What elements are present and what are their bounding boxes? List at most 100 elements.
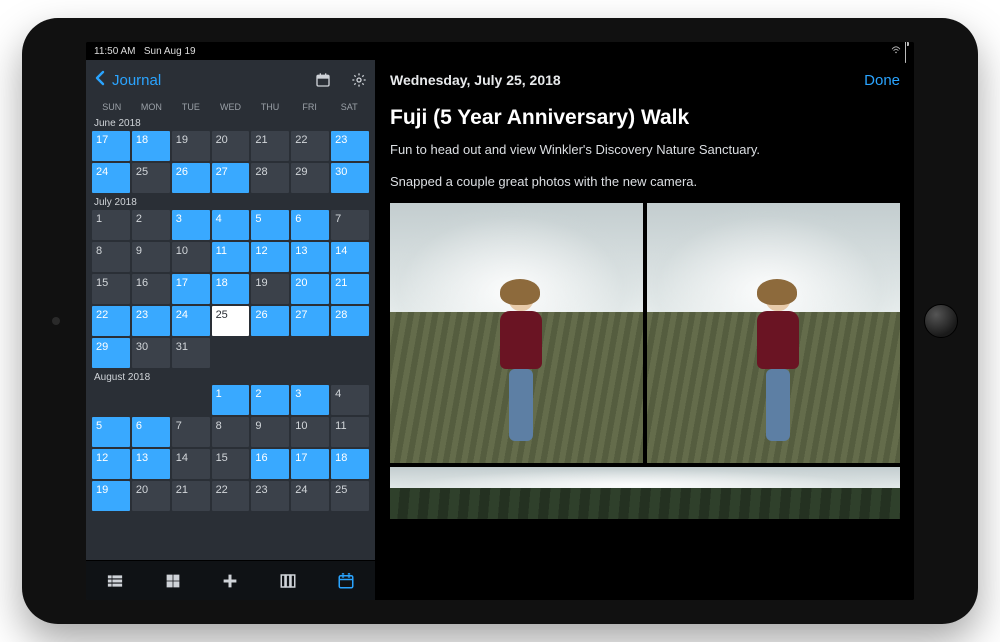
calendar-day[interactable]: 26: [251, 306, 289, 336]
weekday-label: FRI: [290, 102, 330, 112]
calendar-day[interactable]: 5: [92, 417, 130, 447]
calendar-day[interactable]: 20: [132, 481, 170, 511]
calendar-day[interactable]: 19: [251, 274, 289, 304]
calendar-day[interactable]: 23: [132, 306, 170, 336]
calendar-day[interactable]: 22: [92, 306, 130, 336]
entry-title[interactable]: Fuji (5 Year Anniversary) Walk: [390, 106, 900, 130]
bottom-nav: [86, 560, 375, 600]
entry-paragraph[interactable]: Snapped a couple great photos with the n…: [390, 172, 900, 192]
today-icon[interactable]: [315, 72, 331, 88]
back-chevron-icon[interactable]: [94, 70, 106, 91]
calendar-day[interactable]: 24: [92, 163, 130, 193]
calendar-day[interactable]: 3: [291, 385, 329, 415]
calendar-day[interactable]: 16: [132, 274, 170, 304]
calendar-day[interactable]: 17: [291, 449, 329, 479]
calendar-day[interactable]: 5: [251, 210, 289, 240]
calendar-day[interactable]: 21: [172, 481, 210, 511]
gear-icon[interactable]: [351, 72, 367, 88]
calendar-day[interactable]: 13: [291, 242, 329, 272]
calendar-day[interactable]: 31: [172, 338, 210, 368]
calendar-day[interactable]: 14: [172, 449, 210, 479]
entry-photo[interactable]: [390, 467, 900, 519]
done-button[interactable]: Done: [864, 72, 900, 89]
calendar-day[interactable]: 13: [132, 449, 170, 479]
calendar-day[interactable]: 20: [291, 274, 329, 304]
calendar-day[interactable]: 10: [172, 242, 210, 272]
back-label[interactable]: Journal: [112, 72, 161, 89]
calendar-day[interactable]: 17: [172, 274, 210, 304]
ipad-frame: 11:50 AM Sun Aug 19 Journal: [22, 18, 978, 624]
calendar-day[interactable]: 7: [331, 210, 369, 240]
detail-header: Wednesday, July 25, 2018 Done: [376, 60, 914, 100]
nav-new-entry[interactable]: [202, 561, 260, 600]
calendar-day[interactable]: 6: [291, 210, 329, 240]
screen: 11:50 AM Sun Aug 19 Journal: [86, 42, 914, 600]
calendar-day[interactable]: 6: [132, 417, 170, 447]
calendar-day[interactable]: 27: [212, 163, 250, 193]
entry-paragraph[interactable]: Fun to head out and view Winkler's Disco…: [390, 140, 900, 160]
weekday-label: THU: [250, 102, 290, 112]
calendar-day[interactable]: 3: [172, 210, 210, 240]
calendar-day[interactable]: 4: [212, 210, 250, 240]
calendar-day[interactable]: 22: [212, 481, 250, 511]
nav-columns-view[interactable]: [259, 561, 317, 600]
calendar-day[interactable]: 28: [331, 306, 369, 336]
calendar-day[interactable]: 24: [291, 481, 329, 511]
calendar-day[interactable]: 11: [331, 417, 369, 447]
weekday-label: WED: [211, 102, 251, 112]
calendar-day[interactable]: 20: [212, 131, 250, 161]
calendar-day[interactable]: 26: [172, 163, 210, 193]
calendar-day[interactable]: 19: [92, 481, 130, 511]
weekday-label: TUE: [171, 102, 211, 112]
sidebar: Journal SUNMONTUEWEDTHUFRISAT June 20181…: [86, 60, 376, 600]
month-label: June 2018: [94, 118, 369, 129]
calendar-day[interactable]: 2: [251, 385, 289, 415]
calendar-day[interactable]: 1: [212, 385, 250, 415]
nav-calendar-view[interactable]: [317, 561, 375, 600]
calendar-day[interactable]: 14: [331, 242, 369, 272]
calendar-day[interactable]: 8: [92, 242, 130, 272]
calendar-day[interactable]: 10: [291, 417, 329, 447]
calendar-day[interactable]: 18: [331, 449, 369, 479]
calendar-day[interactable]: 12: [92, 449, 130, 479]
calendar-day[interactable]: 22: [291, 131, 329, 161]
calendar-day[interactable]: 23: [251, 481, 289, 511]
calendar-day[interactable]: 18: [212, 274, 250, 304]
entry-body[interactable]: Fuji (5 Year Anniversary) Walk Fun to he…: [376, 100, 914, 600]
home-button[interactable]: [924, 304, 958, 338]
calendar-day[interactable]: 1: [92, 210, 130, 240]
calendar-day[interactable]: 17: [92, 131, 130, 161]
calendar-day[interactable]: 25: [331, 481, 369, 511]
nav-grid-view[interactable]: [144, 561, 202, 600]
calendar-day[interactable]: 2: [132, 210, 170, 240]
entry-photo[interactable]: [390, 203, 643, 463]
status-date: Sun Aug 19: [144, 46, 196, 57]
calendar-day[interactable]: 21: [331, 274, 369, 304]
calendar-day[interactable]: 4: [331, 385, 369, 415]
calendar-day[interactable]: 12: [251, 242, 289, 272]
calendar-day[interactable]: 11: [212, 242, 250, 272]
calendar-day[interactable]: 28: [251, 163, 289, 193]
calendar-day[interactable]: 15: [212, 449, 250, 479]
calendar-day[interactable]: 18: [132, 131, 170, 161]
nav-list-view[interactable]: [86, 561, 144, 600]
calendar-day[interactable]: 27: [291, 306, 329, 336]
calendar-day[interactable]: 16: [251, 449, 289, 479]
device-camera: [52, 317, 60, 325]
calendar-day[interactable]: 8: [212, 417, 250, 447]
calendar-day[interactable]: 30: [132, 338, 170, 368]
calendar-day[interactable]: 21: [251, 131, 289, 161]
calendar-day[interactable]: 29: [92, 338, 130, 368]
calendar-day[interactable]: 9: [132, 242, 170, 272]
entry-photo[interactable]: [647, 203, 900, 463]
calendar-day[interactable]: 30: [331, 163, 369, 193]
calendar-day[interactable]: 15: [92, 274, 130, 304]
calendar-day[interactable]: 29: [291, 163, 329, 193]
calendar-day[interactable]: 23: [331, 131, 369, 161]
calendar-day[interactable]: 24: [172, 306, 210, 336]
calendar-day[interactable]: 25: [132, 163, 170, 193]
calendar-day-selected[interactable]: 25: [212, 306, 250, 336]
calendar-day[interactable]: 19: [172, 131, 210, 161]
calendar-day[interactable]: 9: [251, 417, 289, 447]
calendar-day[interactable]: 7: [172, 417, 210, 447]
